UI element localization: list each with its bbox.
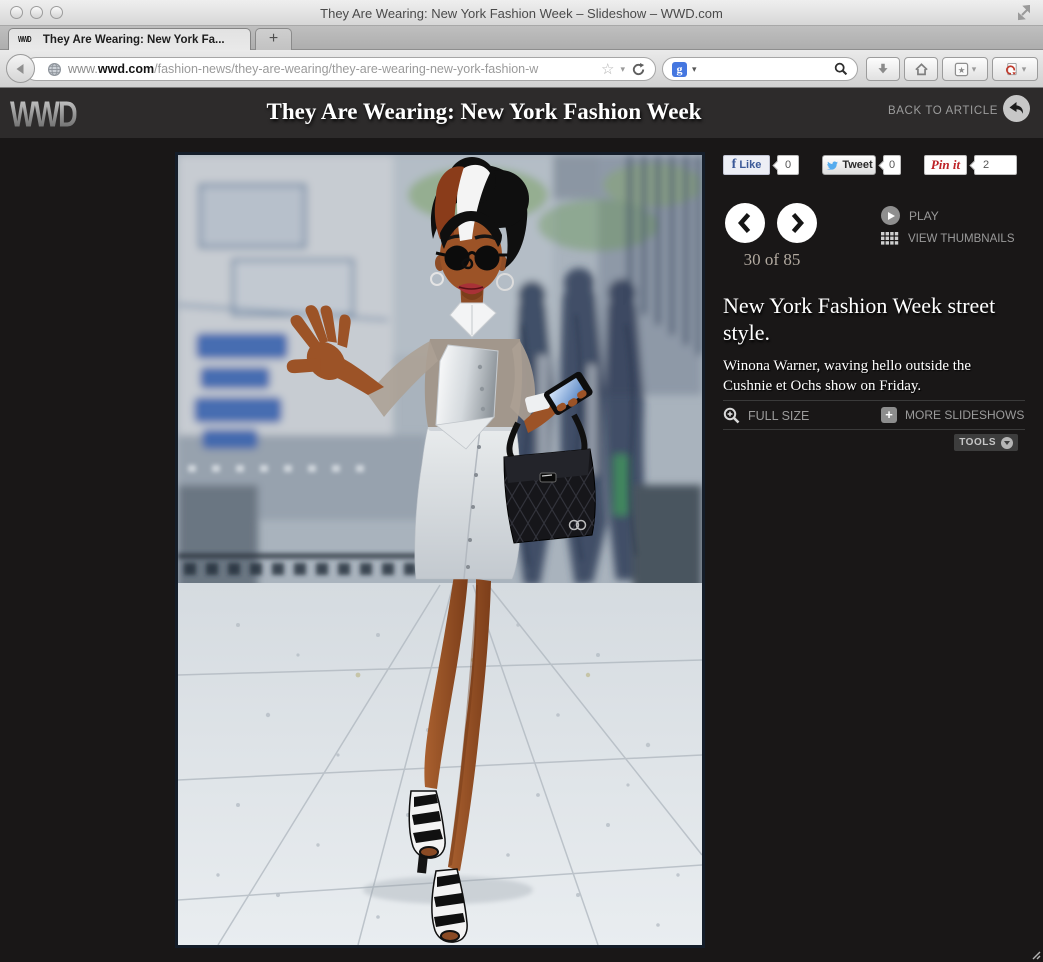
window-title: They Are Wearing: New York Fashion Week …: [0, 6, 1043, 21]
caption-text: Winona Warner, waving hello outside the …: [723, 356, 987, 396]
url-dropdown-icon[interactable]: ▾: [620, 65, 625, 74]
navigation-toolbar: www.wwd.com/fashion-news/they-are-wearin…: [0, 50, 1043, 88]
tools-chevron-icon: [1001, 437, 1013, 449]
next-slide-button[interactable]: [777, 203, 817, 243]
downloads-button[interactable]: [866, 57, 900, 81]
caption-heading: New York Fashion Week street style.: [723, 292, 1025, 346]
new-tab-button[interactable]: +: [255, 28, 292, 50]
tab-title: They Are Wearing: New York Fa...: [43, 34, 225, 46]
window-resize-grip[interactable]: [1031, 950, 1041, 960]
svg-text:★: ★: [957, 64, 965, 74]
bookmark-star-icon[interactable]: ☆: [601, 62, 614, 77]
facebook-like-widget: f Like 0: [723, 155, 799, 175]
slideshow-sidebar: f Like 0 Tweet 0 Pin it 2: [723, 152, 1025, 952]
globe-icon: [47, 62, 62, 77]
back-button[interactable]: [6, 54, 35, 83]
play-label: PLAY: [909, 209, 939, 223]
pinit-label: Pin it: [931, 157, 960, 173]
home-button[interactable]: [904, 57, 938, 81]
bookmarks-menu-button[interactable]: ★ ▾: [942, 57, 988, 81]
search-field[interactable]: g ▾: [662, 57, 858, 81]
slideshow-content: f Like 0 Tweet 0 Pin it 2: [0, 138, 1043, 962]
wwd-favicon-icon: WWD: [18, 35, 31, 44]
pdf-converter-icon: [1004, 62, 1019, 77]
download-arrow-icon: [876, 62, 890, 76]
search-icon[interactable]: [834, 62, 848, 76]
home-icon: [914, 62, 929, 77]
page-title: They Are Wearing: New York Fashion Week: [267, 99, 702, 125]
url-path: /fashion-news/they-are-wearing/they-are-…: [154, 62, 538, 76]
full-size-label: FULL SIZE: [748, 409, 809, 423]
window-titlebar: They Are Wearing: New York Fashion Week …: [0, 0, 1043, 26]
url-text[interactable]: www.wwd.com/fashion-news/they-are-wearin…: [68, 62, 595, 76]
pinit-button[interactable]: Pin it: [924, 155, 967, 175]
divider: [723, 429, 1025, 430]
url-www: www.: [68, 62, 98, 76]
divider: [723, 400, 1025, 401]
site-header: WWD They Are Wearing: New York Fashion W…: [0, 88, 1043, 138]
browser-tab-active[interactable]: WWD They Are Wearing: New York Fa...: [8, 28, 251, 50]
view-thumbnails-label: VIEW THUMBNAILS: [908, 233, 1015, 245]
wwd-logo[interactable]: WWD: [10, 95, 76, 136]
twitter-bird-icon: [825, 160, 838, 171]
more-slideshows-button[interactable]: + MORE SLIDESHOWS: [881, 407, 1024, 423]
like-count: 0: [777, 155, 799, 175]
plus-icon: +: [881, 407, 897, 423]
tools-button[interactable]: TOOLS: [954, 434, 1018, 451]
tools-label: TOOLS: [959, 437, 996, 448]
chevron-right-icon: [789, 212, 805, 234]
facebook-icon: f: [732, 158, 737, 172]
back-arrow-icon: [14, 62, 28, 76]
google-icon: g: [672, 62, 687, 77]
view-thumbnails-button[interactable]: VIEW THUMBNAILS: [881, 232, 1015, 246]
full-size-button[interactable]: FULL SIZE: [723, 407, 809, 424]
magnifier-plus-icon: [723, 407, 740, 424]
reply-arrow-icon: [1008, 101, 1025, 116]
pinit-widget: Pin it 2: [924, 155, 1017, 175]
back-to-article-button[interactable]: [1003, 95, 1030, 122]
pin-count: 2: [974, 155, 1017, 175]
url-domain: wwd.com: [98, 62, 154, 76]
tweet-button[interactable]: Tweet: [822, 155, 876, 175]
slide-position-indicator: 30 of 85: [725, 250, 819, 270]
reload-icon[interactable]: [631, 62, 646, 77]
bookmarks-dropdown-icon: ▾: [972, 65, 977, 74]
search-engine-dropdown-icon[interactable]: ▾: [692, 65, 697, 74]
tweet-count: 0: [883, 155, 901, 175]
pdf-converter-button[interactable]: ▾: [992, 57, 1038, 81]
like-label: Like: [739, 159, 761, 171]
previous-slide-button[interactable]: [725, 203, 765, 243]
tweet-label: Tweet: [842, 159, 872, 171]
window-resize-icon[interactable]: [1016, 5, 1032, 21]
bookmarks-star-icon: ★: [954, 62, 969, 77]
grid-icon: [881, 232, 899, 246]
url-field[interactable]: www.wwd.com/fashion-news/they-are-wearin…: [24, 57, 656, 81]
slideshow-illustration: [178, 155, 702, 945]
play-icon: [881, 206, 900, 225]
more-slideshows-label: MORE SLIDESHOWS: [905, 408, 1024, 422]
slideshow-image[interactable]: [175, 152, 705, 948]
tab-bar: WWD They Are Wearing: New York Fa... +: [0, 26, 1043, 50]
facebook-like-button[interactable]: f Like: [723, 155, 770, 175]
tweet-widget: Tweet 0: [822, 155, 901, 175]
back-to-article-link[interactable]: BACK TO ARTICLE: [888, 105, 998, 117]
chevron-left-icon: [737, 212, 753, 234]
pdf-dropdown-icon: ▾: [1022, 65, 1027, 74]
play-button[interactable]: PLAY: [881, 206, 939, 225]
